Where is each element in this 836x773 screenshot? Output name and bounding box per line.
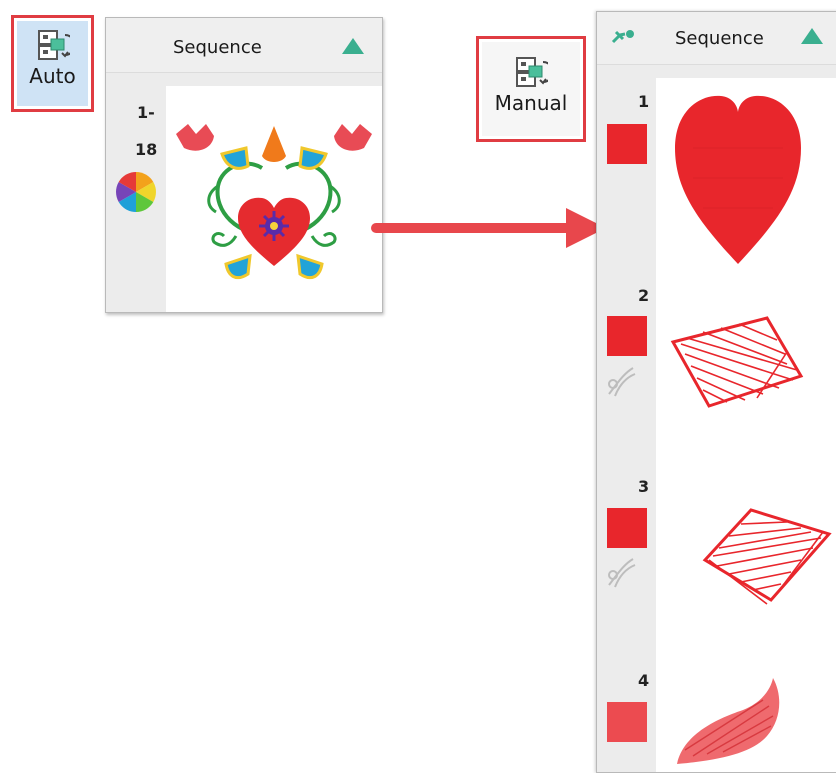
panel-header: Sequence: [597, 12, 836, 65]
auto-button[interactable]: Auto: [11, 15, 94, 112]
panel-title: Sequence: [675, 28, 764, 49]
sequence-range-start: 1-: [137, 103, 155, 122]
sequence-item-number: 2: [638, 286, 650, 305]
collapse-icon[interactable]: [342, 38, 364, 54]
trim-scissors-icon: [608, 558, 636, 588]
color-swatch[interactable]: [607, 702, 647, 742]
sequence-item-number: 3: [638, 477, 650, 496]
panel-title: Sequence: [173, 37, 262, 58]
transition-arrow: [371, 208, 606, 248]
leaf-stitch-object[interactable]: [673, 676, 793, 766]
diamond-stitch-object[interactable]: [701, 500, 836, 610]
sequence-item-number: 1: [638, 92, 650, 111]
design-thumbnail-area[interactable]: [166, 86, 382, 312]
sequence-panel-auto: Sequence 1- 18: [105, 17, 383, 313]
pin-icon[interactable]: [611, 28, 635, 46]
auto-button-label: Auto: [29, 64, 76, 88]
sequence-panel-manual: Sequence 1 2 3 4: [596, 11, 836, 773]
diamond-stitch-object[interactable]: [667, 312, 807, 412]
color-swatch[interactable]: [607, 508, 647, 548]
color-swatch[interactable]: [607, 124, 647, 164]
color-swatch[interactable]: [607, 316, 647, 356]
color-wheel-icon[interactable]: [115, 171, 157, 213]
sequence-item-number: 4: [638, 671, 650, 690]
heart-fill-object[interactable]: [673, 88, 803, 266]
sequence-range-end: 18: [135, 140, 158, 159]
trim-scissors-icon: [608, 367, 636, 397]
auto-sequence-icon: [37, 30, 70, 60]
folk-heart-design-thumbnail: [176, 124, 372, 280]
manual-button-label: Manual: [494, 91, 568, 115]
collapse-icon[interactable]: [801, 28, 823, 44]
manual-button[interactable]: Manual: [476, 36, 586, 142]
panel-header: Sequence: [106, 18, 382, 73]
manual-sequence-icon: [516, 57, 548, 87]
